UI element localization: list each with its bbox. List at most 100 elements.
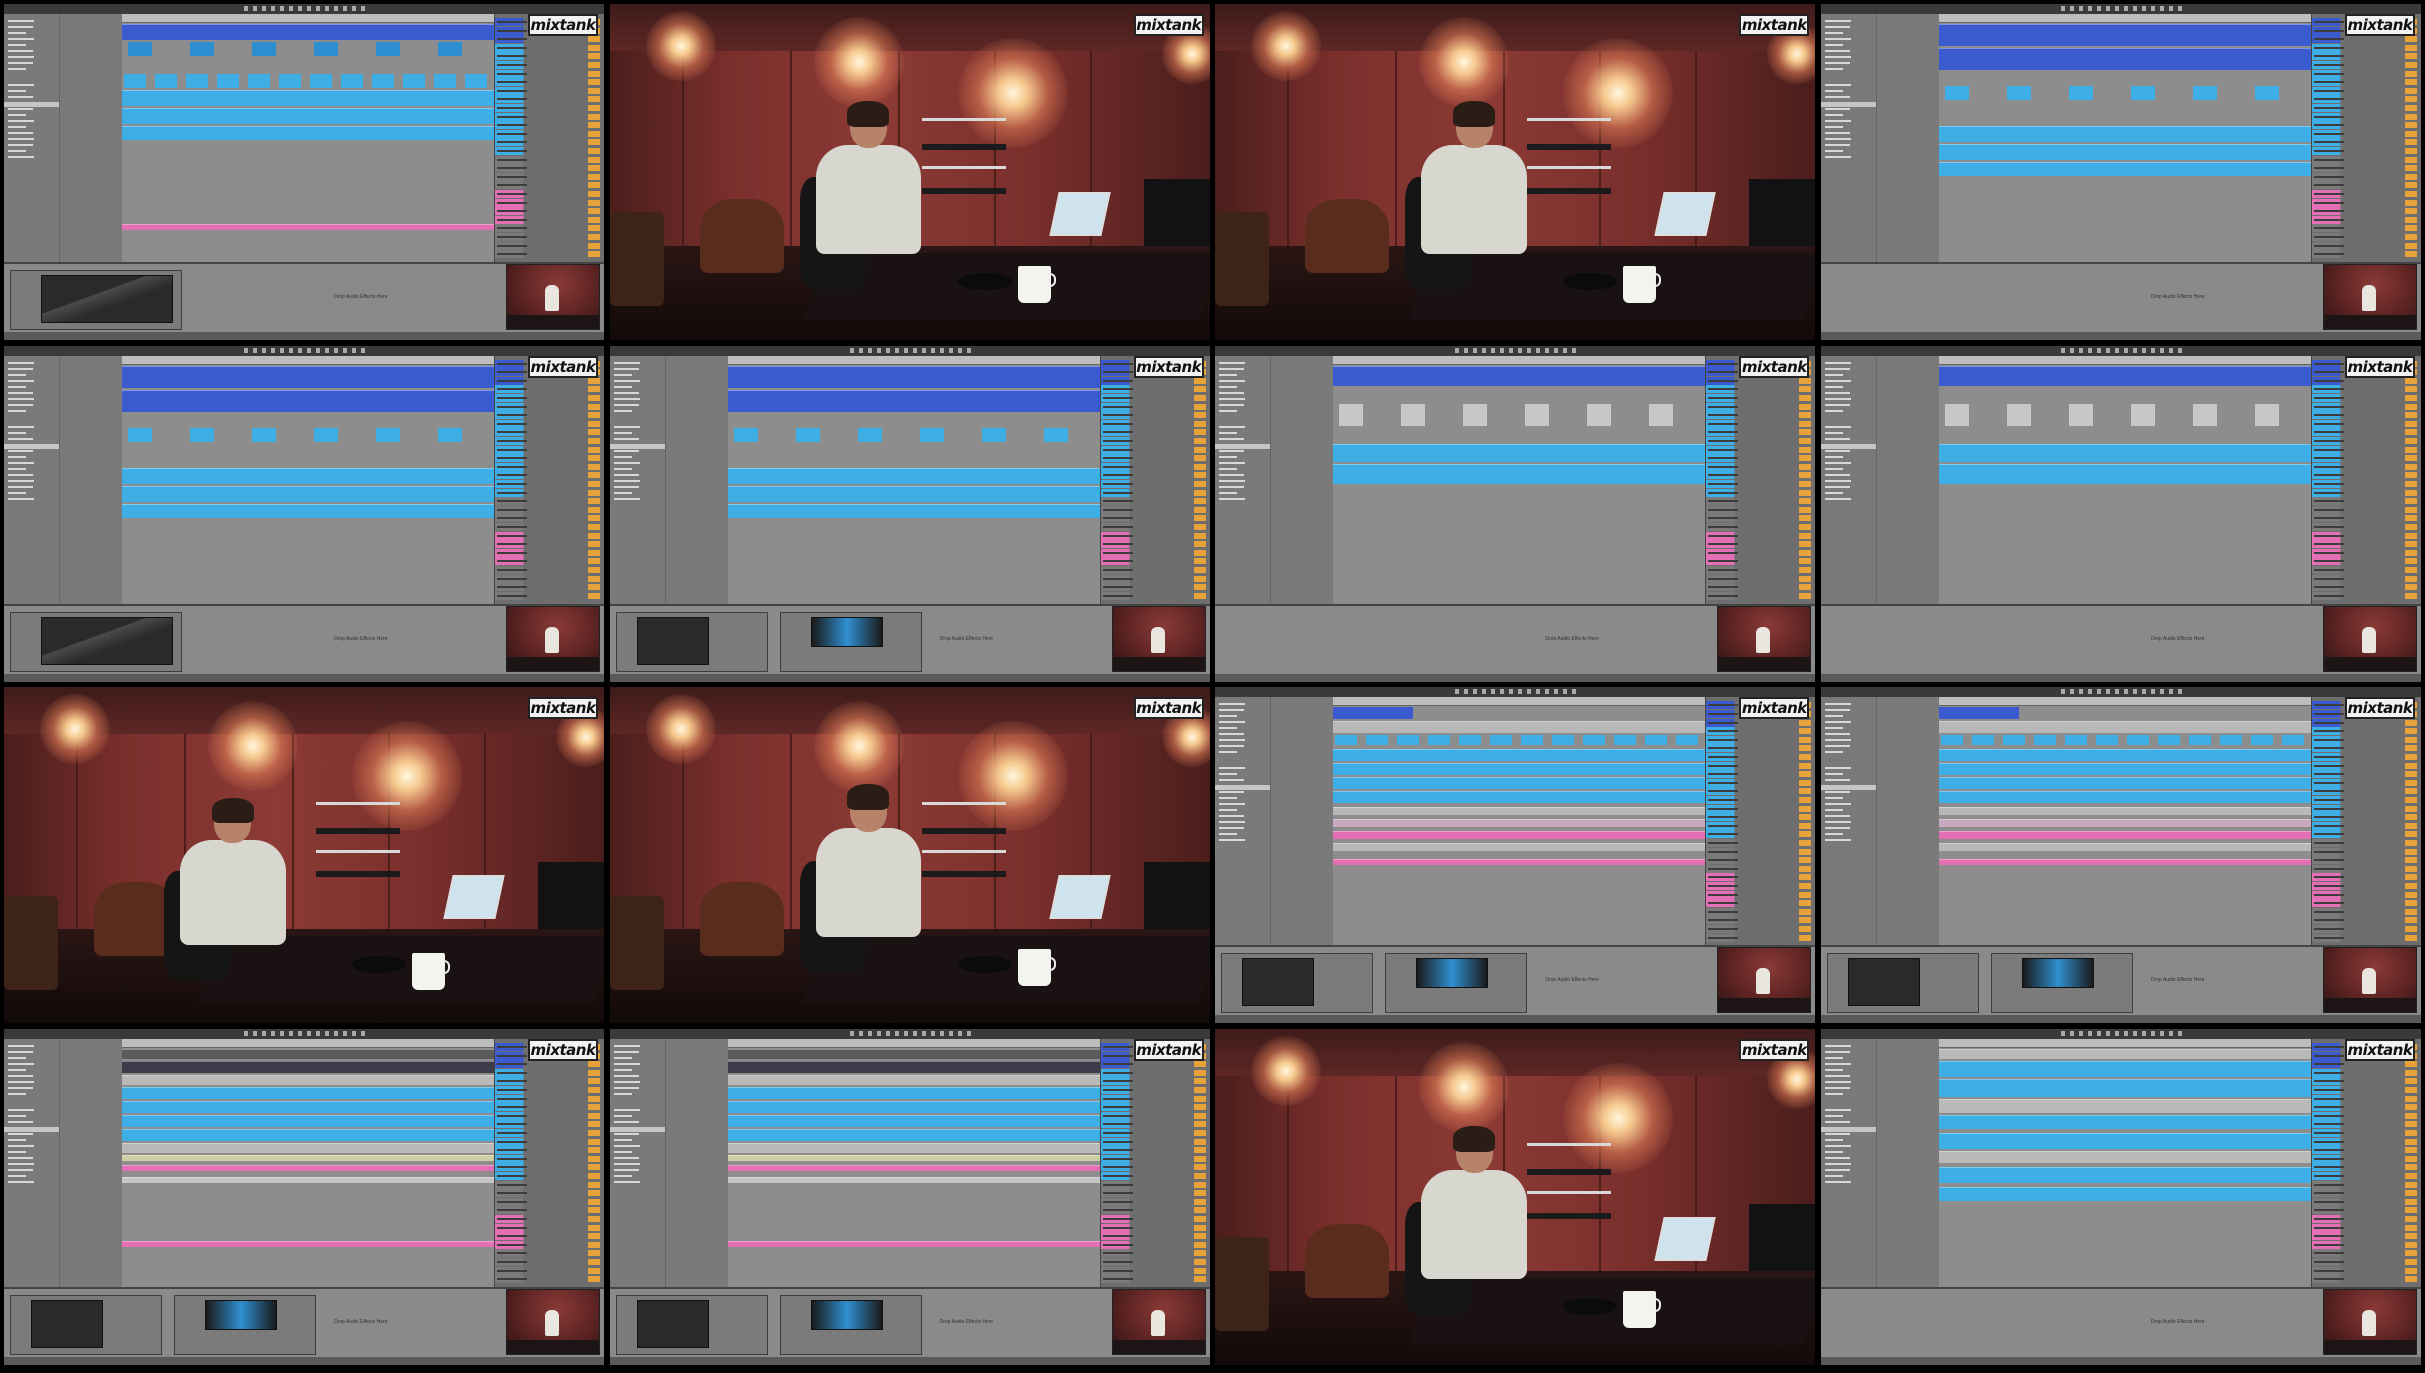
transport-control-icon[interactable]: [2096, 6, 2101, 11]
volume-slider[interactable]: [1708, 517, 1739, 520]
browser-item[interactable]: [8, 90, 26, 92]
volume-slider[interactable]: [497, 500, 527, 503]
mixer-track-strip[interactable]: [1706, 574, 1816, 583]
track-activator-button[interactable]: [2404, 1155, 2417, 1162]
midi-clip[interactable]: [1335, 735, 1358, 746]
mixer-track-strip[interactable]: [1100, 548, 1210, 557]
mixer-track-strip[interactable]: [2311, 394, 2421, 403]
transport-control-icon[interactable]: [957, 347, 962, 353]
transport-control-icon[interactable]: [948, 347, 953, 353]
volume-slider[interactable]: [2313, 500, 2344, 503]
browser-item[interactable]: [613, 379, 640, 382]
audio-clip[interactable]: [1938, 162, 2311, 176]
midi-clip[interactable]: [2281, 735, 2304, 746]
mixer-track-strip[interactable]: [2311, 890, 2421, 899]
browser-item[interactable]: [8, 150, 26, 152]
mixer-track-strip[interactable]: [2311, 69, 2421, 78]
transport-control-icon[interactable]: [2123, 1030, 2128, 1036]
mixer-track-strip[interactable]: [495, 69, 604, 78]
mixer-track-strip[interactable]: [495, 1077, 604, 1086]
transport-control-icon[interactable]: [966, 1030, 971, 1036]
volume-slider[interactable]: [1708, 893, 1739, 896]
track-activator-button[interactable]: [2404, 584, 2417, 591]
transport-control-icon[interactable]: [244, 6, 248, 11]
browser-selected-item[interactable]: [1820, 1126, 1876, 1132]
mixer-track-strip[interactable]: [1100, 454, 1210, 463]
track-activator-button[interactable]: [588, 575, 600, 582]
volume-slider[interactable]: [497, 1192, 527, 1195]
browser-item[interactable]: [1219, 815, 1245, 818]
volume-slider[interactable]: [497, 184, 527, 187]
transport-bar[interactable]: [4, 345, 604, 356]
transport-control-icon[interactable]: [1554, 689, 1559, 695]
track-lane[interactable]: [1333, 388, 1705, 402]
track-activator-button[interactable]: [588, 395, 600, 402]
mixer-track-strip[interactable]: [1100, 1163, 1210, 1172]
volume-slider[interactable]: [2313, 38, 2344, 41]
browser-item[interactable]: [1219, 461, 1246, 464]
mixer-track-strip[interactable]: [2311, 813, 2421, 822]
volume-slider[interactable]: [497, 569, 527, 572]
browser-item[interactable]: [1824, 20, 1851, 22]
volume-slider[interactable]: [2313, 551, 2344, 554]
mixer-track-strip[interactable]: [2311, 411, 2421, 420]
transport-control-icon[interactable]: [1563, 689, 1568, 695]
eq-eight-device[interactable]: [10, 611, 182, 672]
track-activator-button[interactable]: [2404, 455, 2417, 462]
track-activator-button[interactable]: [2404, 182, 2417, 189]
browser-item[interactable]: [8, 1120, 33, 1123]
track-activator-button[interactable]: [1799, 925, 1812, 932]
track-activator-button[interactable]: [588, 96, 600, 103]
browser-item[interactable]: [1824, 809, 1843, 812]
midi-clip[interactable]: [217, 74, 239, 88]
track-activator-button[interactable]: [2404, 87, 2417, 94]
mixer-track-strip[interactable]: [495, 385, 604, 394]
volume-slider[interactable]: [497, 175, 527, 178]
mixer-track-strip[interactable]: [1706, 890, 1816, 899]
mixer-track-strip[interactable]: [1100, 591, 1210, 600]
transport-control-icon[interactable]: [271, 6, 275, 11]
browser-item[interactable]: [8, 144, 33, 146]
transport-control-icon[interactable]: [2078, 689, 2083, 695]
volume-slider[interactable]: [1102, 1123, 1133, 1126]
mixer-track-strip[interactable]: [2311, 933, 2421, 942]
arrangement-view[interactable]: [727, 1038, 1100, 1287]
track-lane[interactable]: [1333, 831, 1706, 840]
transport-control-icon[interactable]: [2168, 1030, 2173, 1036]
volume-slider[interactable]: [1708, 543, 1739, 546]
mixer-track-strip[interactable]: [2311, 1240, 2421, 1249]
browser-item[interactable]: [613, 437, 639, 440]
volume-slider[interactable]: [2313, 594, 2344, 597]
track-activator-button[interactable]: [1193, 1233, 1206, 1240]
mixer-track-strip[interactable]: [495, 86, 604, 95]
track-activator-button[interactable]: [588, 216, 600, 223]
track-lane[interactable]: [1938, 749, 2311, 762]
browser-item[interactable]: [8, 1138, 26, 1141]
track-activator-button[interactable]: [2404, 148, 2417, 154]
browser-item[interactable]: [1219, 751, 1238, 754]
mixer-track-strip[interactable]: [495, 164, 604, 173]
track-activator-button[interactable]: [1193, 463, 1206, 470]
mixer-track-strip[interactable]: [2311, 566, 2421, 575]
transport-control-icon[interactable]: [930, 1030, 935, 1036]
volume-slider[interactable]: [497, 560, 527, 563]
mixer-track-strip[interactable]: [495, 1223, 604, 1232]
midi-clip[interactable]: [465, 74, 487, 88]
mixer-track-strip[interactable]: [495, 233, 604, 241]
volume-slider[interactable]: [1102, 1217, 1133, 1220]
audio-clip[interactable]: [314, 42, 338, 56]
mixer-track-strip[interactable]: [1100, 574, 1210, 583]
browser-panel[interactable]: [609, 1038, 729, 1287]
mixer-track-strip[interactable]: [1706, 505, 1816, 514]
transport-control-icon[interactable]: [334, 347, 338, 353]
audio-clip[interactable]: [122, 224, 494, 230]
track-activator-button[interactable]: [2404, 191, 2417, 197]
track-activator-button[interactable]: [2404, 934, 2417, 941]
audio-clip[interactable]: [1938, 721, 2311, 734]
mixer-track-strip[interactable]: [1100, 471, 1210, 480]
browser-item[interactable]: [1824, 1168, 1850, 1171]
browser-item[interactable]: [1824, 1044, 1851, 1047]
transport-control-icon[interactable]: [352, 6, 356, 11]
track-activator-button[interactable]: [1799, 515, 1812, 522]
transport-control-icon[interactable]: [1500, 689, 1505, 695]
